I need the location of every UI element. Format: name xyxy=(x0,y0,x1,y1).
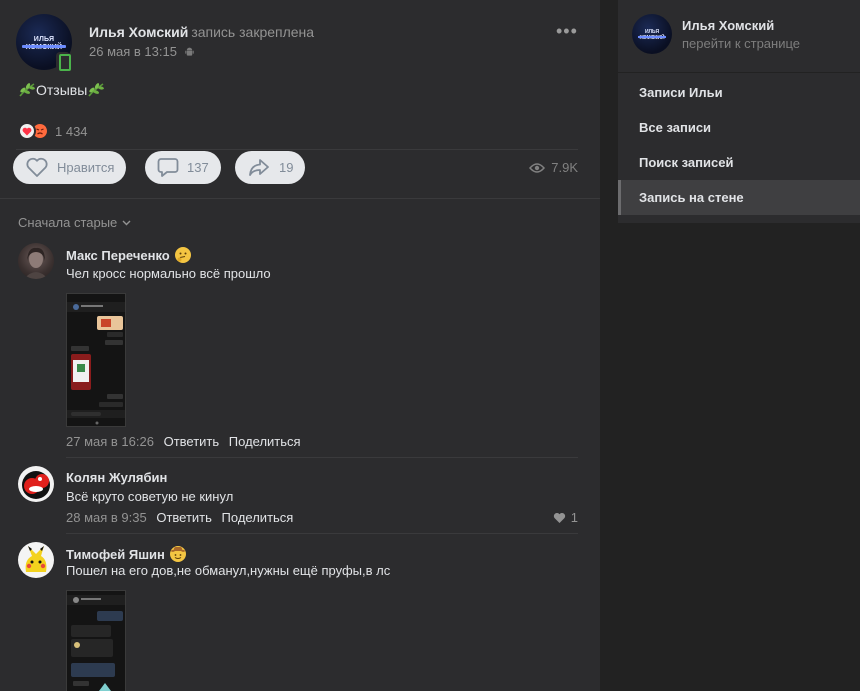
comment: Макс Переченко Чел кросс нормально всё п… xyxy=(18,243,578,458)
commenter-name: Колян Жулябин xyxy=(66,470,167,485)
post-author: Илья Хомский запись закреплена xyxy=(89,24,314,40)
chevron-down-icon xyxy=(122,220,131,225)
comments-sort-dropdown[interactable]: Сначала старые xyxy=(18,215,131,230)
wall-post: ИЛЬЯ ХОМСКИЙ Илья Хомскийзапись закрепле… xyxy=(0,0,600,691)
sidebar-item-all-posts[interactable]: Все записи xyxy=(618,110,860,145)
comment: Колян Жулябин Всё круто советую не кинул… xyxy=(18,466,578,534)
reactions-count: 1 434 xyxy=(55,123,88,139)
comment: Тимофей Яшин Пошел на его дов,не обманул… xyxy=(18,542,578,691)
avatar-logo-text: ИЛЬЯ ХОМСКИЙ xyxy=(639,29,665,41)
post-text: Отзывы xyxy=(18,82,105,98)
views-counter: 7.9K xyxy=(529,160,578,175)
commenter-photo xyxy=(22,471,50,499)
post-date-link[interactable]: 26 мая в 13:15 xyxy=(89,44,177,59)
comment-divider xyxy=(66,533,578,534)
comment-like-button[interactable]: 1 xyxy=(553,510,578,525)
comment-meta: 28 мая в 9:35 Ответить Поделиться xyxy=(66,510,293,525)
post-date: 26 мая в 13:15 xyxy=(89,44,194,59)
comment-text: Всё круто советую не кинул xyxy=(66,489,234,504)
phone-screenshot xyxy=(67,591,125,691)
sidebar-item-user-posts[interactable]: Записи Ильи xyxy=(618,75,860,110)
comment-likes-count: 1 xyxy=(570,510,578,525)
eye-icon xyxy=(529,162,546,173)
heart-reaction-icon xyxy=(18,122,36,140)
commenter-name: Тимофей Яшин xyxy=(66,546,186,562)
sidebar-item-wall-post[interactable]: Запись на стене xyxy=(618,180,860,215)
commenter-name-link[interactable]: Тимофей Яшин xyxy=(66,547,165,562)
reactions-summary[interactable]: 1 434 xyxy=(18,122,88,140)
comment-meta: 27 мая в 16:26 Ответить Поделиться xyxy=(66,434,301,449)
shares-count: 19 xyxy=(279,160,294,175)
commenter-avatar[interactable] xyxy=(18,243,54,279)
page: ИЛЬЯ ХОМСКИЙ Илья Хомскийзапись закрепле… xyxy=(0,0,860,691)
sort-label: Сначала старые xyxy=(18,215,118,230)
comment-text: Пошел на его дов,не обманул,нужны ещё пр… xyxy=(66,563,391,578)
comment-photo-attachment[interactable] xyxy=(66,590,126,691)
reply-link[interactable]: Ответить xyxy=(164,434,220,449)
avatar-logo-underline xyxy=(638,36,666,38)
commenter-name-link[interactable]: Макс Переченко xyxy=(66,248,170,263)
section-divider xyxy=(0,198,600,199)
comment-button[interactable]: 137 xyxy=(145,151,221,184)
thinking-emoji-icon xyxy=(174,247,191,263)
reply-link[interactable]: Ответить xyxy=(156,510,212,525)
post-text-content: Отзывы xyxy=(36,82,88,98)
phone-screenshot xyxy=(67,294,125,426)
cowboy-emoji-icon xyxy=(169,546,186,562)
comment-photo-attachment[interactable] xyxy=(66,293,126,427)
sidebar-item-search-posts[interactable]: Поиск записей xyxy=(618,145,860,180)
android-icon xyxy=(184,47,194,56)
comment-divider xyxy=(66,457,578,458)
commenter-name: Макс Переченко xyxy=(66,247,191,263)
commenter-photo xyxy=(25,546,47,572)
author-name-link[interactable]: Илья Хомский xyxy=(89,24,188,40)
share-link[interactable]: Поделиться xyxy=(222,510,294,525)
avatar-logo-underline xyxy=(22,45,66,48)
herb-emoji-icon xyxy=(88,83,105,97)
sidebar-profile-link[interactable]: перейти к странице xyxy=(682,36,800,51)
pinned-label: запись закреплена xyxy=(191,24,315,40)
comment-date[interactable]: 28 мая в 9:35 xyxy=(66,510,147,525)
herb-emoji-icon xyxy=(19,83,35,97)
divider xyxy=(16,149,578,150)
sidebar-profile-card[interactable]: ИЛЬЯ ХОМСКИЙ Илья Хомский перейти к стра… xyxy=(618,0,860,72)
like-button[interactable]: Нравится xyxy=(13,151,127,184)
comment-text: Чел кросс нормально всё прошло xyxy=(66,266,271,281)
comment-icon xyxy=(157,158,179,177)
share-button[interactable]: 19 xyxy=(235,151,306,184)
heart-icon xyxy=(26,157,48,177)
commenter-avatar[interactable] xyxy=(18,466,54,502)
share-link[interactable]: Поделиться xyxy=(229,434,301,449)
comment-date[interactable]: 27 мая в 16:26 xyxy=(66,434,154,449)
sidebar-avatar[interactable]: ИЛЬЯ ХОМСКИЙ xyxy=(632,14,672,54)
more-icon[interactable]: ••• xyxy=(556,22,577,40)
avatar-logo-text: ИЛЬЯ ХОМСКИЙ xyxy=(26,36,62,51)
sidebar-menu: Записи Ильи Все записи Поиск записей Зап… xyxy=(618,73,860,223)
like-label: Нравится xyxy=(57,160,115,175)
heart-icon xyxy=(553,512,565,523)
online-mobile-icon xyxy=(56,52,71,71)
comments-count: 137 xyxy=(187,160,209,175)
post-header: ИЛЬЯ ХОМСКИЙ Илья Хомскийзапись закрепле… xyxy=(16,14,586,72)
share-icon xyxy=(249,159,269,176)
views-count: 7.9K xyxy=(551,160,578,175)
sidebar-profile-name[interactable]: Илья Хомский xyxy=(682,18,774,33)
commenter-avatar[interactable] xyxy=(18,542,54,578)
commenter-photo xyxy=(24,247,48,279)
commenter-name-link[interactable]: Колян Жулябин xyxy=(66,470,167,485)
